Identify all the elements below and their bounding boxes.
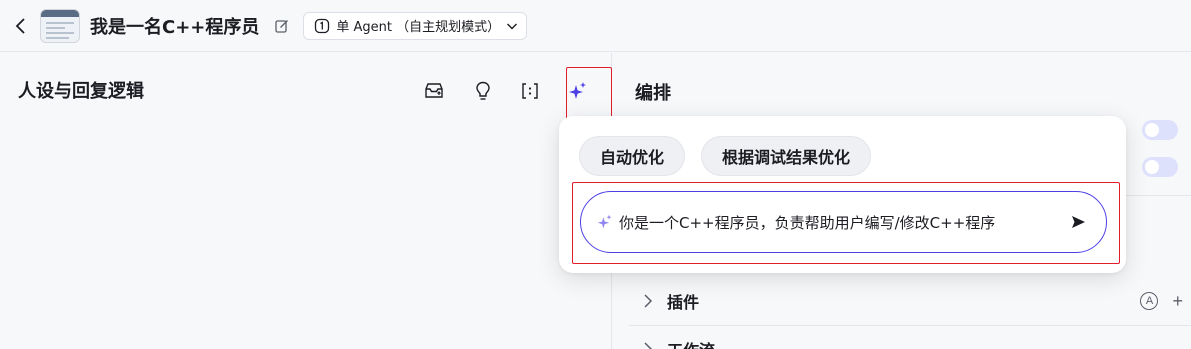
toggle-switch[interactable] bbox=[1142, 157, 1178, 177]
optimize-input[interactable]: 你是一个C++程序员，负责帮助用户编写/修改C++程序 bbox=[580, 191, 1107, 253]
chevron-right-icon bbox=[641, 294, 655, 308]
auto-call-icon[interactable]: A bbox=[1140, 292, 1159, 310]
variable-icon[interactable] bbox=[519, 80, 541, 102]
prompt-library-icon[interactable] bbox=[423, 80, 445, 102]
optimize-input-value: 你是一个C++程序员，负责帮助用户编写/修改C++程序 bbox=[619, 213, 996, 232]
chevron-right-icon bbox=[641, 342, 655, 349]
auto-optimize-chip[interactable]: 自动优化 bbox=[579, 136, 686, 176]
add-icon[interactable]: + bbox=[1172, 291, 1183, 312]
debug-optimize-chip[interactable]: 根据调试结果优化 bbox=[701, 136, 872, 176]
input-highlight: 你是一个C++程序员，负责帮助用户编写/修改C++程序 bbox=[572, 182, 1120, 264]
optimize-popover: 自动优化 根据调试结果优化 你是一个C++程序员，负责帮助用户编写/修改C++程… bbox=[559, 116, 1126, 273]
optimize-sparkle-icon[interactable] bbox=[567, 80, 589, 102]
agent-mode-label: 单 Agent （自主规划模式） bbox=[336, 20, 501, 35]
section-label: 插件 bbox=[667, 293, 700, 312]
top-bar: 我是一名C++程序员 单 Agent （自主规划模式） bbox=[0, 0, 1191, 52]
app-avatar bbox=[40, 8, 80, 43]
app-title: 我是一名C++程序员 bbox=[90, 16, 260, 38]
section-label: 工作流 bbox=[667, 337, 715, 349]
chevron-down-icon bbox=[507, 23, 518, 29]
back-arrow-icon[interactable] bbox=[12, 17, 30, 35]
sparkle-icon bbox=[597, 214, 612, 229]
section-plugins[interactable]: 插件 A + bbox=[641, 287, 1191, 315]
persona-panel-title: 人设与回复逻辑 bbox=[18, 81, 144, 102]
orchestration-title: 编排 bbox=[635, 83, 671, 104]
send-icon[interactable] bbox=[1068, 212, 1088, 232]
mode-icon bbox=[315, 18, 330, 33]
persona-panel: 人设与回复逻辑 bbox=[0, 53, 612, 349]
agent-mode-select[interactable]: 单 Agent （自主规划模式） bbox=[303, 11, 528, 40]
edit-icon[interactable] bbox=[273, 17, 291, 35]
divider bbox=[629, 325, 1191, 326]
bulb-icon[interactable] bbox=[472, 80, 494, 102]
toggle-switch[interactable] bbox=[1142, 120, 1178, 140]
section-workflow[interactable]: 工作流 bbox=[641, 335, 1191, 349]
